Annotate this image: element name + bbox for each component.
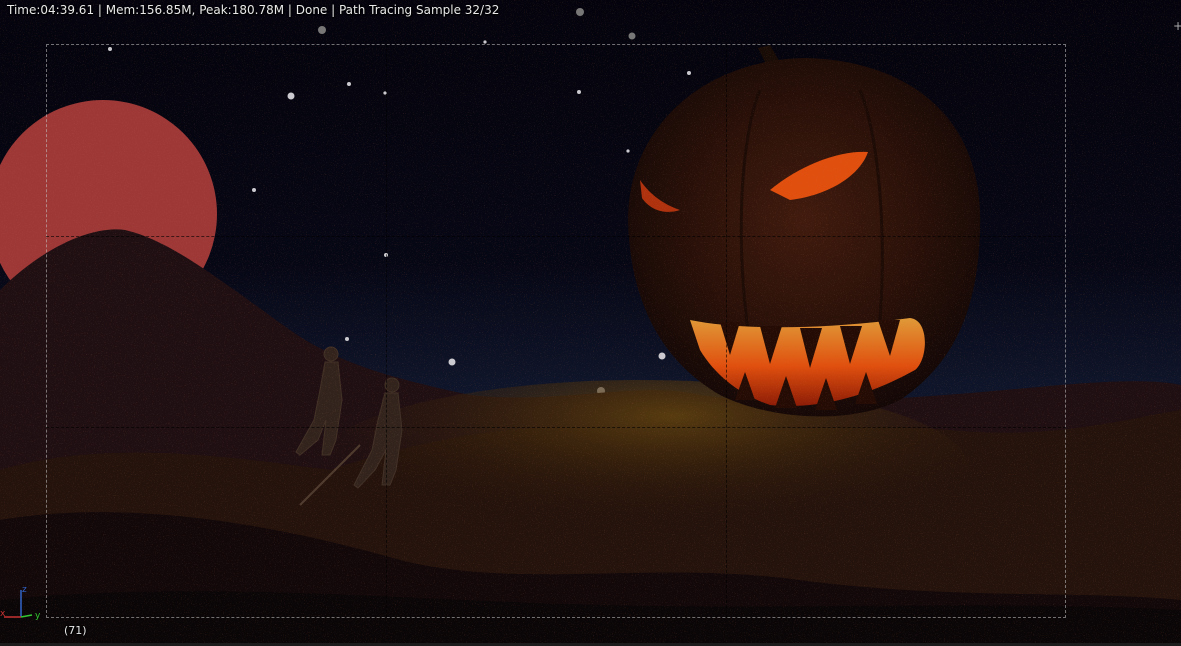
axis-x-label: x <box>0 609 6 619</box>
axis-z-label: z <box>22 585 27 595</box>
plus-icon[interactable]: + <box>1173 20 1181 32</box>
render-stats: Time:04:39.61 | Mem:156.85M, Peak:180.78… <box>7 3 500 17</box>
axis-gizmo: z x y <box>0 585 41 621</box>
render-scene <box>0 0 1181 646</box>
render-viewport[interactable]: Time:04:39.61 | Mem:156.85M, Peak:180.78… <box>0 0 1181 646</box>
frame-number: (71) <box>64 624 87 637</box>
axis-y-label: y <box>35 611 41 621</box>
